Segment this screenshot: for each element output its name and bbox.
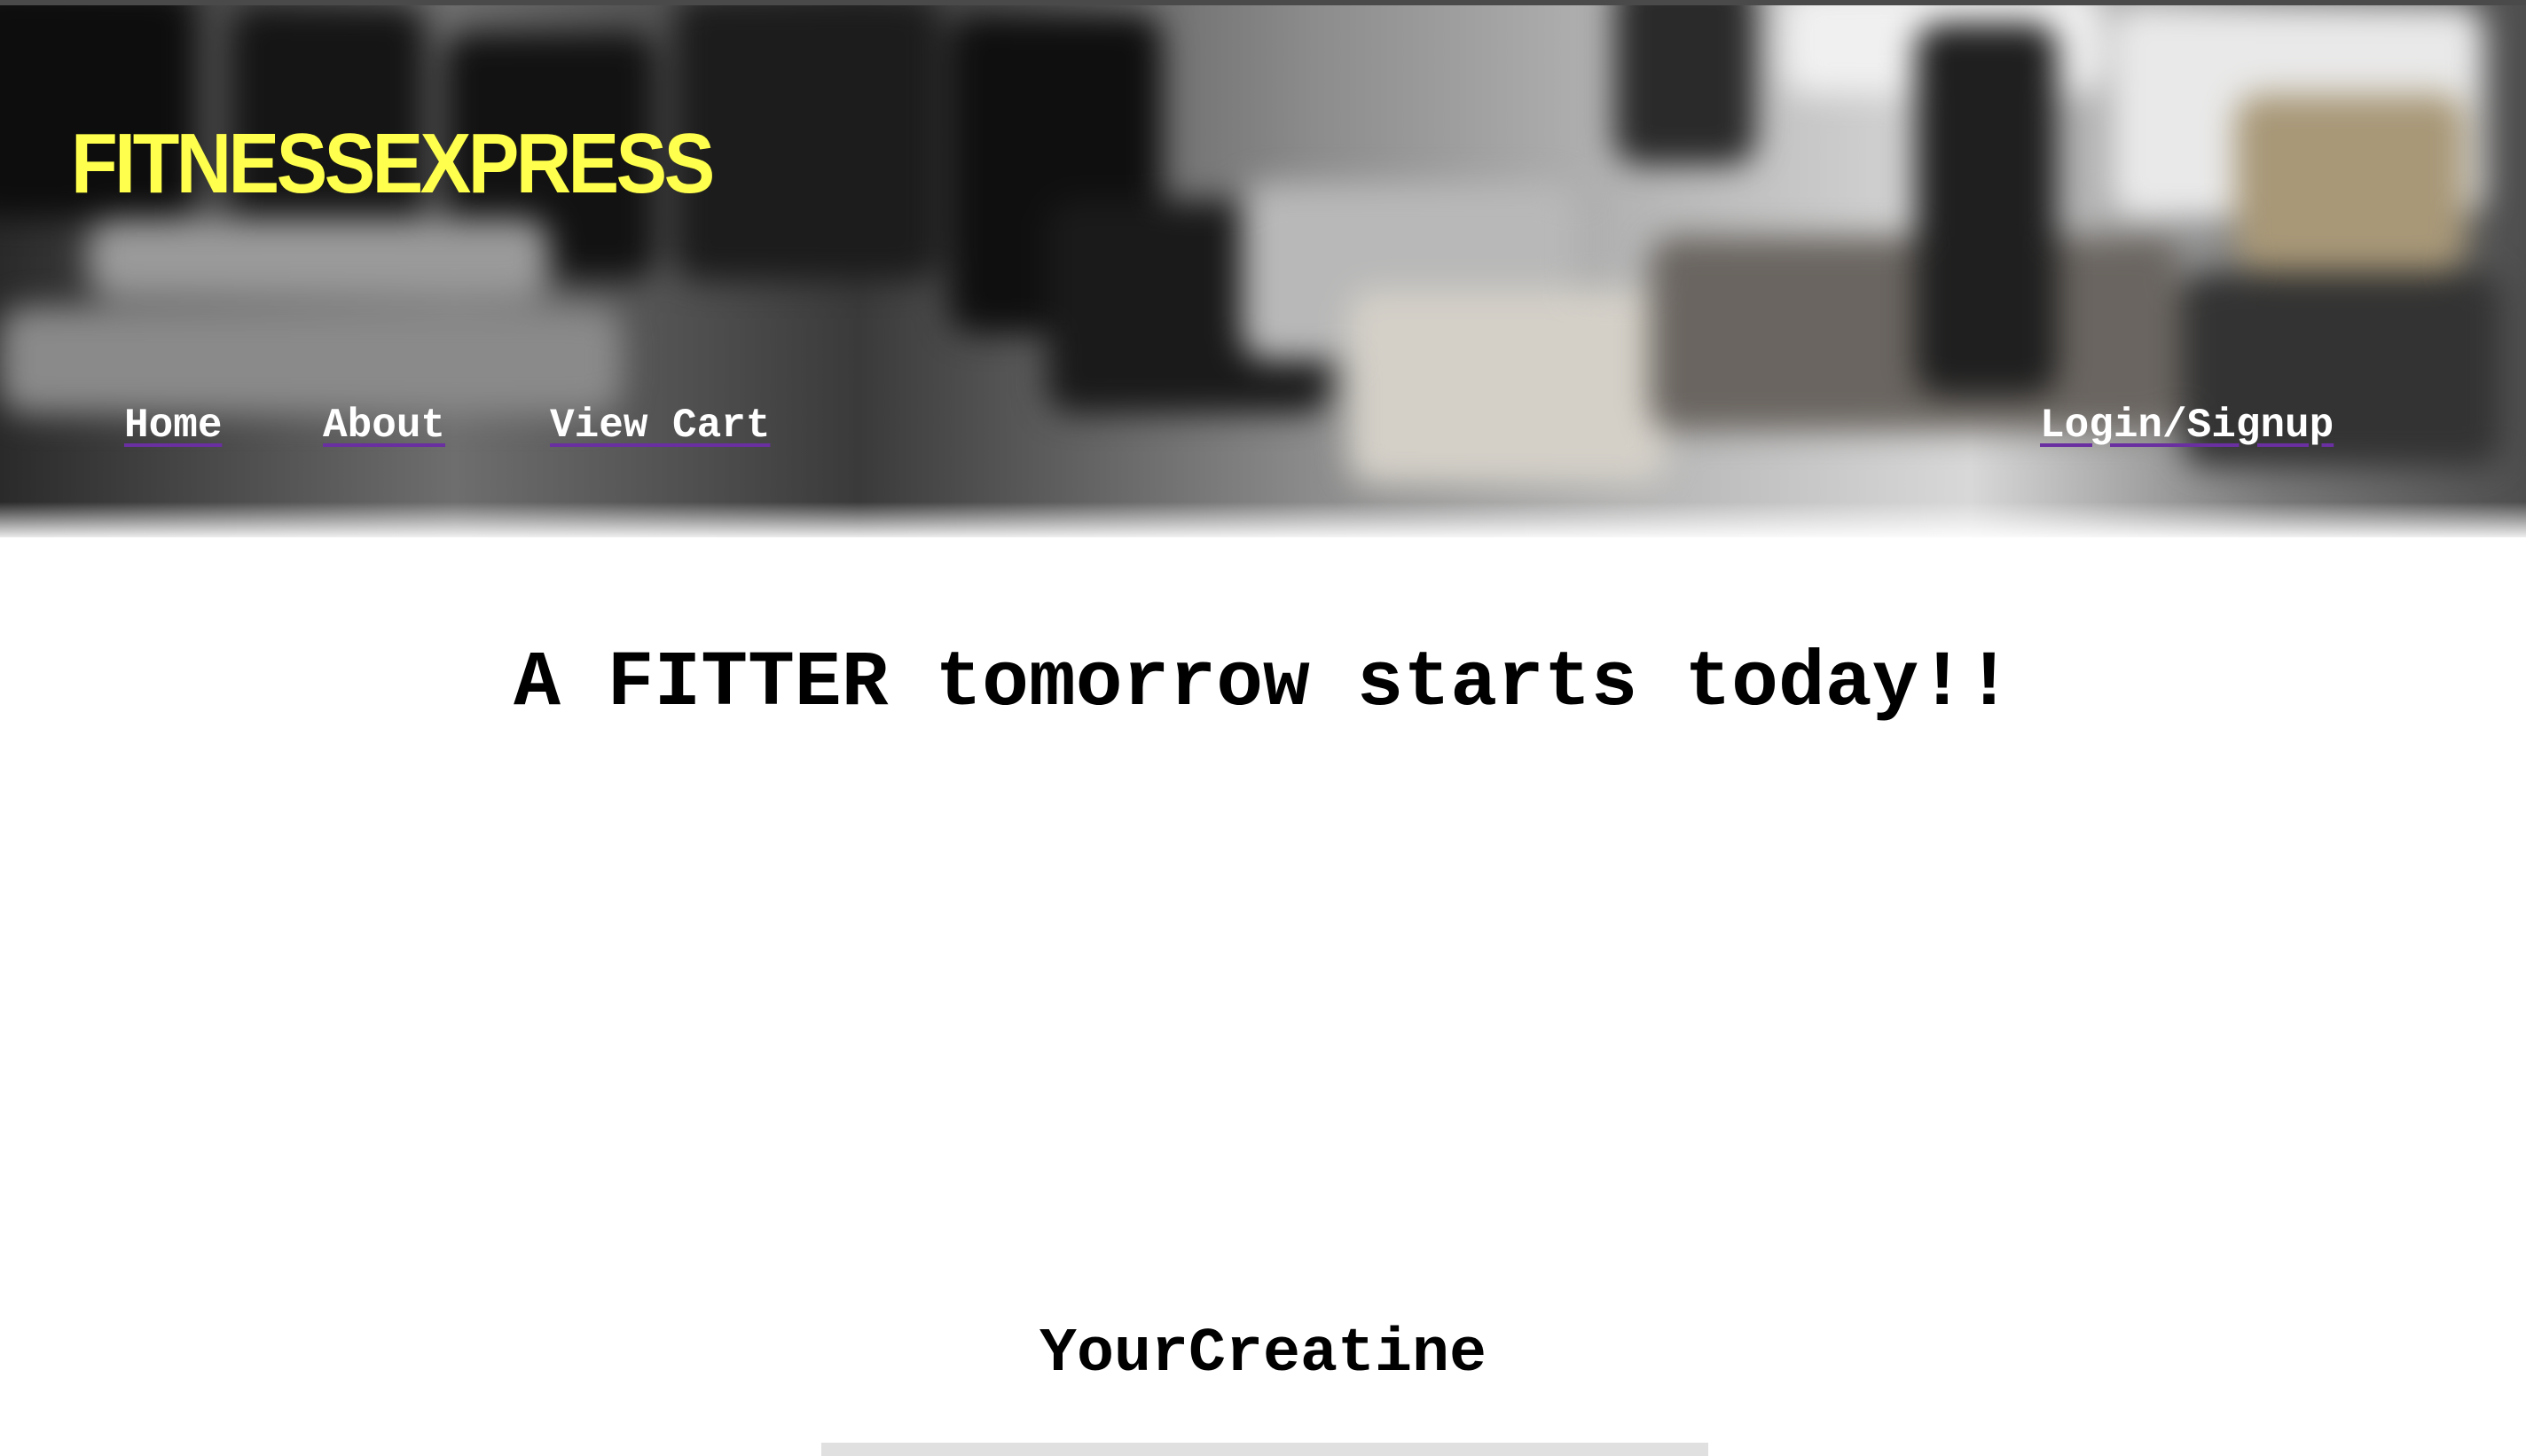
page-headline: A FITTER tomorrow starts today!! (514, 640, 2012, 728)
product-card[interactable] (821, 1443, 1708, 1456)
hero-banner: FITNESSEXPRESS Home About View Cart Logi… (0, 5, 2526, 537)
nav-about-link[interactable]: About (323, 403, 445, 449)
nav-home-link[interactable]: Home (124, 403, 222, 449)
hero-fade (0, 502, 2526, 537)
product-title: YourCreatine (1039, 1319, 1487, 1389)
hero-background-image (0, 5, 2526, 537)
nav-view-cart-link[interactable]: View Cart (550, 403, 770, 449)
site-logo[interactable]: FITNESSEXPRESS (71, 115, 715, 213)
nav-login-signup-link[interactable]: Login/Signup (2040, 403, 2334, 449)
